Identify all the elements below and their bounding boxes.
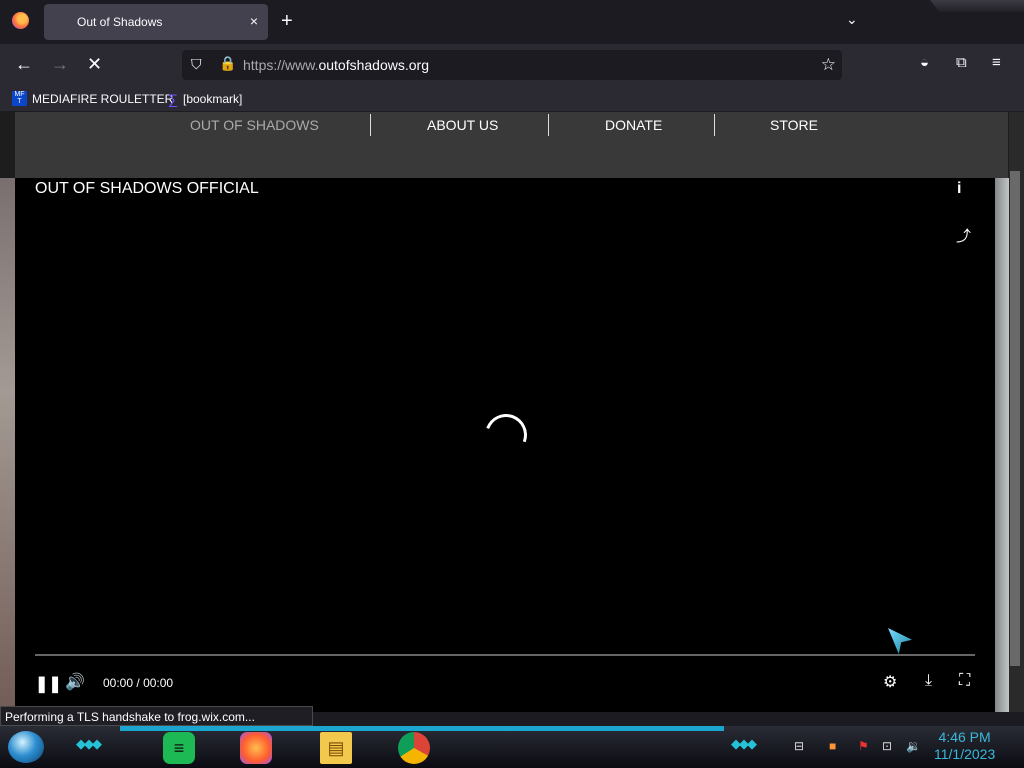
bookmark-label: MEDIAFIRE ROULETTER (32, 91, 174, 106)
webpage: OUT OF SHADOWS ABOUT US DONATE STORE OUT… (0, 112, 1024, 712)
taskbar: ◆◆◆ ≡ ▤ ◆◆◆ ⊟ ■ ⚑ ⊡ 🔉 4:46 PM 11/1/2023 (0, 726, 1024, 768)
stop-loading-button[interactable]: ✕ (87, 54, 102, 75)
nav-divider (370, 114, 371, 136)
url-text[interactable]: https://www.outofshadows.org (243, 57, 429, 73)
back-button[interactable]: ← (15, 54, 33, 75)
browser-tab[interactable]: Out of Shadows × (44, 4, 268, 40)
share-icon[interactable]: ⤴ (956, 225, 971, 246)
new-tab-button[interactable]: + (281, 10, 293, 33)
nav-item-about[interactable]: ABOUT US (427, 117, 498, 133)
settings-gear-icon[interactable]: ⚙ (883, 672, 897, 692)
bookmark-label: [bookmark] (182, 92, 243, 106)
show-desktop-icon[interactable]: ⊟ (794, 739, 804, 753)
volume-icon[interactable]: 🔊 (65, 672, 85, 692)
pause-button[interactable]: ❚❚ (35, 674, 62, 694)
menu-icon[interactable]: ≡ (992, 54, 1001, 71)
scrollbar-thumb[interactable] (1010, 171, 1020, 666)
clock-date: 11/1/2023 (934, 746, 996, 762)
info-icon[interactable]: i (957, 180, 961, 198)
nav-item-donate[interactable]: DONATE (605, 117, 662, 133)
clock-time: 4:46 PM (938, 729, 991, 745)
video-title: OUT OF SHADOWS OFFICIAL (35, 180, 259, 197)
video-player[interactable]: OUT OF SHADOWS OFFICIAL i ⤴ ❚❚ 🔊 00:00 /… (15, 178, 995, 712)
spotify-icon[interactable]: ≡ (163, 732, 195, 764)
firefox-taskbar-icon[interactable] (240, 732, 272, 764)
network-icon[interactable]: ⊡ (882, 739, 892, 753)
current-time: 00:00 (103, 676, 134, 690)
volume-tray-icon[interactable]: 🔉 (906, 739, 921, 753)
duration: 00:00 (143, 676, 174, 690)
mouse-cursor-icon (888, 628, 912, 654)
firefox-icon[interactable] (12, 12, 29, 29)
taskbar-decoration: ◆◆◆ (76, 736, 102, 751)
mediafire-icon: MF T (12, 91, 27, 106)
forward-button[interactable]: → (51, 54, 69, 75)
background-image (0, 178, 15, 712)
taskbar-decoration: ◆◆◆ (731, 736, 757, 751)
extensions-icon[interactable]: ⧉ (956, 54, 967, 71)
bookmark-item[interactable]: ∑ [bookmark] (168, 91, 242, 107)
status-text: Performing a TLS handshake to frog.wix.c… (0, 706, 313, 726)
nav-divider (548, 114, 549, 136)
sigma-icon: ∑ (168, 91, 178, 107)
tab-bar: Out of Shadows × + ⌄ (0, 0, 1024, 44)
bookmarks-bar: MF T MEDIAFIRE ROULETTER ∑ [bookmark] (0, 84, 1024, 112)
fullscreen-icon[interactable]: ⛶ (959, 672, 970, 690)
url-prefix: https://www. (243, 57, 319, 73)
start-button[interactable] (8, 731, 44, 763)
pocket-icon[interactable]: ◒ (920, 54, 929, 71)
time-display: 00:00 / 00:00 (103, 676, 173, 690)
chrome-icon[interactable] (398, 732, 430, 764)
tray-app-icon[interactable]: ■ (829, 739, 836, 753)
nav-divider (714, 114, 715, 136)
download-icon[interactable]: ⤓ (925, 672, 932, 690)
file-explorer-icon[interactable]: ▤ (320, 732, 352, 764)
taskbar-clock[interactable]: 4:46 PM 11/1/2023 (934, 729, 995, 763)
taskbar-accent (120, 726, 724, 731)
url-domain: outofshadows.org (318, 57, 429, 73)
loading-spinner-icon (478, 407, 534, 463)
tab-title: Out of Shadows (77, 15, 163, 29)
action-center-flag-icon[interactable]: ⚑ (858, 739, 869, 753)
bookmark-item[interactable]: MF T MEDIAFIRE ROULETTER (12, 91, 173, 106)
window-frame-decoration (930, 0, 1024, 12)
lock-icon[interactable]: 🔒 (219, 55, 236, 72)
video-progress-bar[interactable] (35, 654, 975, 656)
url-bar[interactable]: ⛉ 🔒 https://www.outofshadows.org ☆ (182, 50, 842, 80)
tab-list-button[interactable]: ⌄ (846, 11, 858, 28)
nav-item-home[interactable]: OUT OF SHADOWS (190, 117, 319, 133)
video-controls: ❚❚ 🔊 00:00 / 00:00 ⚙ ⤓ ⛶ (15, 672, 995, 700)
navigation-bar: ← → ✕ ⛉ 🔒 https://www.outofshadows.org ☆… (0, 44, 1024, 84)
time-separator: / (136, 676, 140, 690)
tab-close-icon[interactable]: × (250, 13, 258, 29)
background-image (995, 178, 1009, 712)
shield-icon[interactable]: ⛉ (191, 56, 202, 73)
nav-item-store[interactable]: STORE (770, 117, 818, 133)
bookmark-star-icon[interactable]: ☆ (821, 55, 836, 75)
site-nav-menu: OUT OF SHADOWS ABOUT US DONATE STORE (15, 112, 1008, 178)
